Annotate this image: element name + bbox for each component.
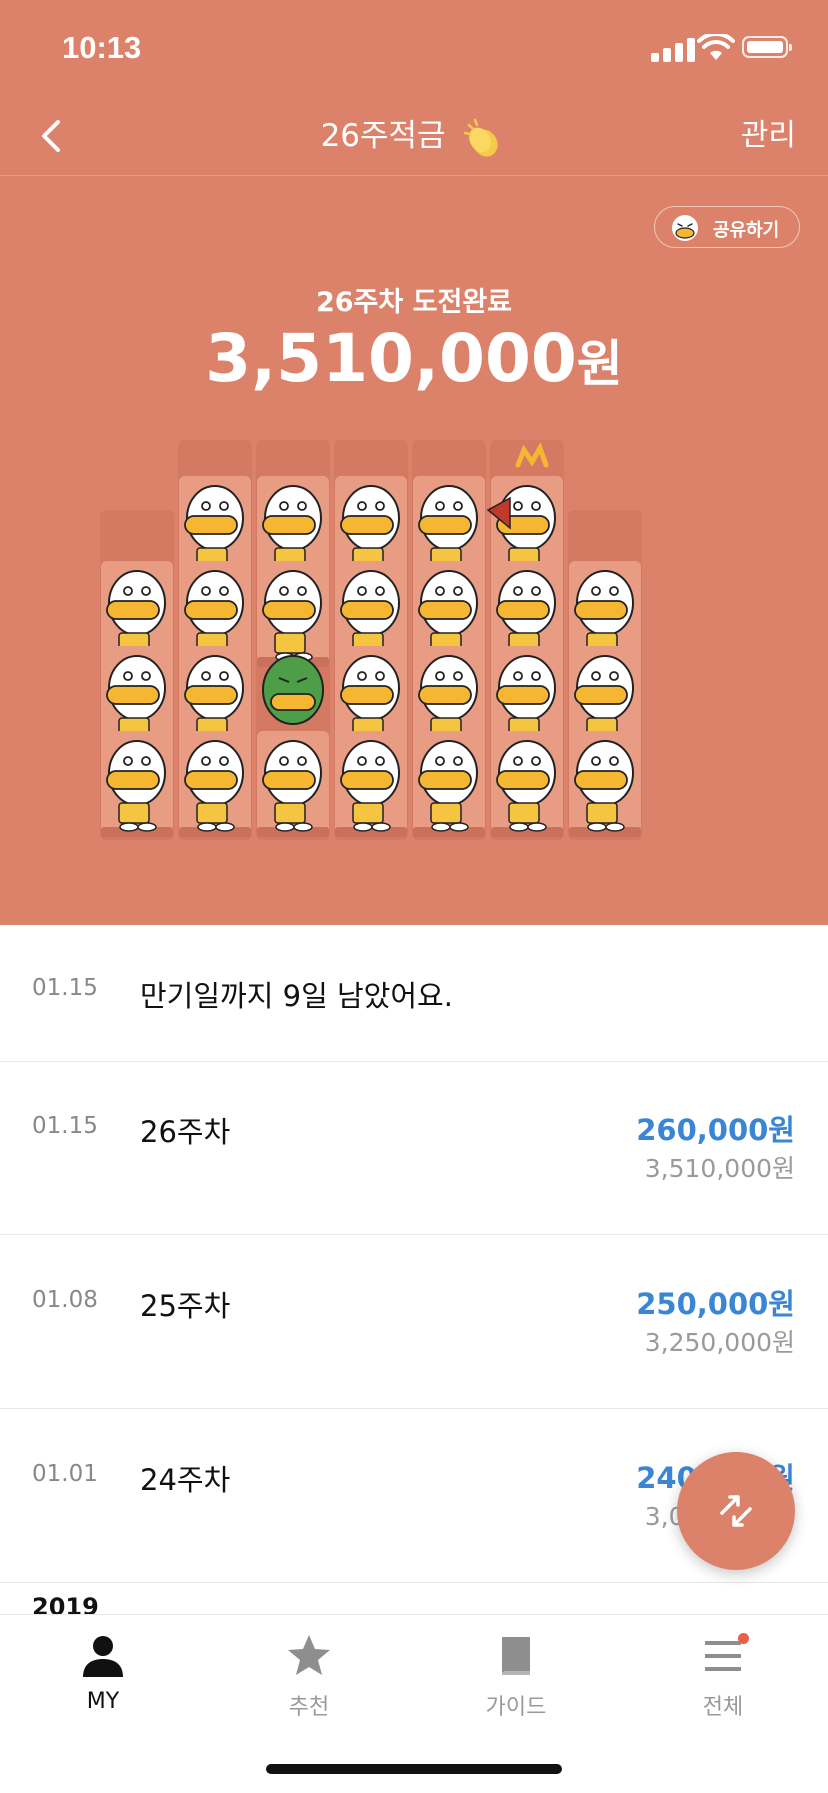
clapping-hands-icon — [464, 118, 498, 157]
nav-divider — [0, 175, 828, 176]
deposit-row[interactable]: 01.08 25주차 250,000원 3,250,000원 — [0, 1235, 828, 1409]
book-icon — [502, 1637, 530, 1675]
maturity-notice-row: 01.15 만기일까지 9일 남았어요. — [0, 925, 828, 1062]
transfer-fab-button[interactable] — [677, 1452, 795, 1570]
page-title: 26주적금 — [0, 110, 828, 161]
notice-date: 01.15 — [32, 975, 98, 1001]
week-label: 26주차 — [140, 1115, 231, 1149]
deposit-row[interactable]: 01.15 26주차 260,000원 3,510,000원 — [0, 1061, 828, 1235]
manage-button[interactable]: 관리 — [741, 110, 796, 154]
signal-icon — [651, 36, 697, 62]
swap-arrows-icon — [720, 1495, 752, 1527]
character-face-icon — [672, 215, 698, 241]
cumulative-amount: 3,250,000원 — [644, 1328, 795, 1357]
tab-guide-label: 가이드 — [485, 1695, 547, 1720]
week-label: 24주차 — [140, 1463, 231, 1497]
total-amount: 3,510,000원 — [0, 320, 828, 397]
tab-my[interactable]: MY — [43, 1633, 163, 1714]
hero-section: 10:13 26주적금 관리 공유하기 26주차 도전완료 3,510,000원 — [0, 0, 828, 925]
home-indicator — [266, 1764, 562, 1774]
page-title-text: 26주적금 — [320, 118, 446, 154]
total-amount-value: 3,510,000 — [205, 320, 577, 397]
status-time: 10:13 — [62, 30, 142, 65]
notification-dot — [738, 1633, 749, 1644]
tab-my-label: MY — [86, 1689, 120, 1714]
star-icon — [288, 1635, 330, 1675]
deposit-date: 01.08 — [32, 1287, 98, 1313]
share-label: 공유하기 — [713, 220, 780, 241]
deposit-date: 01.01 — [32, 1461, 98, 1487]
challenge-status: 26주차 도전완료 — [315, 287, 512, 318]
share-button[interactable]: 공유하기 — [654, 206, 800, 248]
cumulative-amount: 3,510,000원 — [644, 1154, 795, 1183]
wifi-icon — [697, 34, 735, 60]
status-bar: 10:13 — [0, 0, 828, 96]
character-grid-illustration — [100, 440, 642, 840]
deposit-amount: 250,000원 — [636, 1287, 795, 1321]
week-label: 25주차 — [140, 1289, 231, 1323]
notice-text: 만기일까지 9일 남았어요. — [140, 979, 453, 1013]
tab-recommend-label: 추천 — [288, 1695, 330, 1720]
total-amount-unit: 원 — [576, 335, 623, 393]
tab-recommend[interactable]: 추천 — [249, 1633, 369, 1721]
nav-bar: 26주적금 관리 — [0, 96, 828, 176]
deposit-date: 01.15 — [32, 1113, 98, 1139]
tab-all[interactable]: 전체 — [663, 1633, 783, 1721]
deposit-amount: 260,000원 — [636, 1113, 795, 1147]
battery-icon — [742, 36, 792, 58]
person-icon — [83, 1636, 123, 1677]
tab-all-label: 전체 — [702, 1695, 744, 1720]
tab-guide[interactable]: 가이드 — [456, 1633, 576, 1721]
